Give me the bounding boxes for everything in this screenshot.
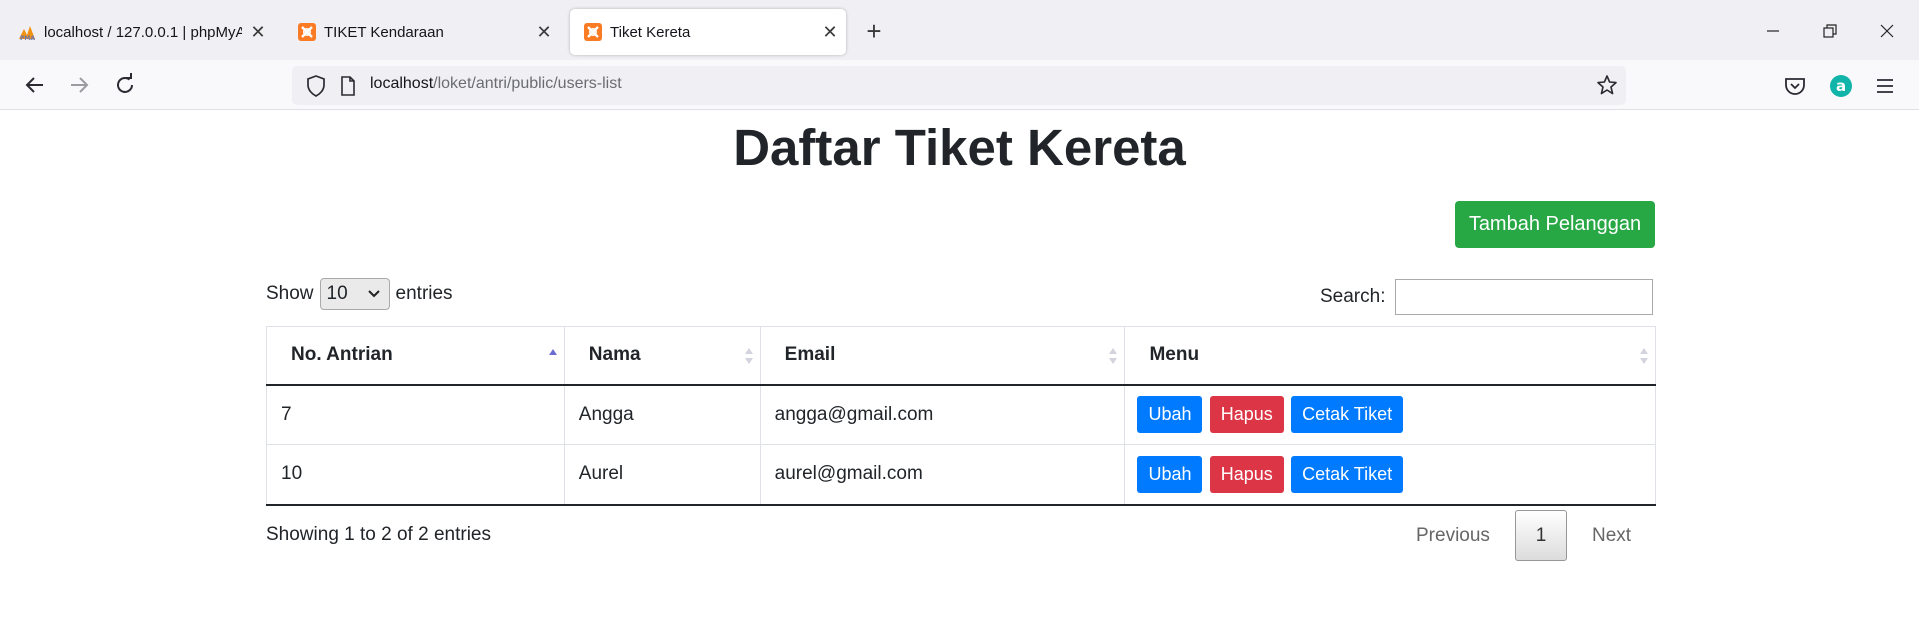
header-label: Nama — [588, 344, 641, 366]
tab-title: TIKET Kendaraan — [324, 23, 444, 41]
header-label: Email — [784, 344, 836, 366]
bookmark-star-icon[interactable] — [1596, 74, 1618, 96]
cell-no-antrian: 7 — [266, 384, 565, 445]
url-path: /loket/antri/public/users-list — [433, 75, 622, 92]
header-label: Menu — [1149, 344, 1200, 366]
cell-nama: Aurel — [563, 444, 761, 506]
new-tab-button[interactable]: + — [860, 18, 888, 46]
show-label: Show — [266, 283, 314, 304]
minimize-icon[interactable] — [1758, 18, 1788, 46]
print-ticket-button[interactable]: Cetak Tiket — [1291, 396, 1404, 434]
delete-button[interactable]: Hapus — [1209, 396, 1284, 434]
url-host: localhost — [370, 75, 434, 92]
tab-close-icon[interactable]: ✕ — [242, 23, 274, 41]
account-avatar-icon[interactable]: a — [1829, 74, 1853, 98]
close-window-icon[interactable] — [1872, 18, 1902, 46]
table-row: 7 Angga angga@gmail.com Ubah Hapus Cetak… — [266, 384, 1656, 445]
forward-arrow-icon[interactable] — [66, 72, 92, 98]
sort-icon — [1109, 348, 1118, 364]
column-header-email[interactable]: Email — [759, 326, 1126, 386]
shield-icon[interactable] — [306, 75, 326, 97]
pagination-previous[interactable]: Previous — [1416, 525, 1490, 547]
tab-close-icon[interactable]: ✕ — [814, 23, 846, 41]
cell-nama: Angga — [563, 384, 761, 445]
tab-title: Tiket Kereta — [610, 23, 691, 41]
add-customer-button[interactable]: Tambah Pelanggan — [1455, 201, 1655, 248]
phpmyadmin-icon: PMA — [19, 26, 35, 41]
sort-icon — [1640, 348, 1648, 364]
print-ticket-button[interactable]: Cetak Tiket — [1291, 455, 1404, 493]
entries-per-page-select[interactable]: 10 — [319, 278, 390, 310]
tab-title: localhost / 127.0.0.1 | phpMyAdmin — [44, 23, 242, 41]
tab-phpmyadmin[interactable]: PMA localhost / 127.0.0.1 | phpMyAdmin ✕ — [4, 9, 274, 55]
page-content: Daftar Tiket Kereta Tambah Pelanggan Sho… — [0, 110, 1919, 644]
sort-ascending-icon — [548, 349, 557, 355]
tab-tiket-kereta[interactable]: Tiket Kereta ✕ — [570, 9, 846, 55]
xampp-icon — [584, 23, 602, 41]
header-label: No. Antrian — [291, 344, 393, 366]
search-label: Search: — [1320, 286, 1386, 307]
table-row: 10 Aurel aurel@gmail.com Ubah Hapus Ceta… — [266, 444, 1656, 506]
pagination-next[interactable]: Next — [1592, 525, 1631, 547]
cell-email: angga@gmail.com — [759, 384, 1126, 445]
edit-button[interactable]: Ubah — [1137, 455, 1203, 493]
table-header-row: No. Antrian Nama Email Menu — [266, 326, 1656, 386]
delete-button[interactable]: Hapus — [1209, 455, 1284, 493]
edit-button[interactable]: Ubah — [1137, 396, 1203, 434]
cell-no-antrian: 10 — [266, 444, 565, 506]
address-bar[interactable]: localhost/loket/antri/public/users-list — [292, 66, 1626, 105]
search-control: Search: — [1320, 279, 1654, 315]
sort-icon — [744, 348, 753, 364]
table-info: Showing 1 to 2 of 2 entries — [266, 524, 491, 545]
cell-menu: Ubah Hapus Cetak Tiket — [1124, 444, 1656, 506]
page-title: Daftar Tiket Kereta — [733, 119, 1186, 176]
reload-icon[interactable] — [112, 72, 138, 98]
tab-close-icon[interactable]: ✕ — [528, 23, 560, 41]
column-header-nama[interactable]: Nama — [563, 326, 761, 386]
url-text[interactable]: localhost/loket/antri/public/users-list — [370, 75, 622, 93]
ticket-table: No. Antrian Nama Email Menu 7 Angga angg… — [266, 326, 1656, 506]
search-input[interactable] — [1395, 279, 1654, 315]
page-icon[interactable] — [340, 76, 356, 96]
menu-hamburger-icon[interactable] — [1873, 74, 1897, 98]
tab-tiket-kendaraan[interactable]: TIKET Kendaraan ✕ — [284, 9, 560, 55]
svg-text:a: a — [1836, 77, 1846, 95]
cell-menu: Ubah Hapus Cetak Tiket — [1124, 384, 1656, 445]
back-arrow-icon[interactable] — [22, 72, 48, 98]
cell-email: aurel@gmail.com — [759, 444, 1126, 506]
entries-label: entries — [395, 283, 453, 304]
xampp-icon — [298, 23, 316, 41]
chevron-down-icon — [367, 290, 380, 298]
column-header-menu[interactable]: Menu — [1124, 326, 1656, 386]
pagination-page-1[interactable]: 1 — [1515, 510, 1567, 561]
pocket-icon[interactable] — [1783, 74, 1807, 98]
entries-per-page-value: 10 — [326, 283, 348, 304]
svg-text:PMA: PMA — [20, 35, 35, 41]
restore-icon[interactable] — [1815, 18, 1845, 46]
column-header-no-antrian[interactable]: No. Antrian — [266, 326, 565, 386]
browser-tab-bar: PMA localhost / 127.0.0.1 | phpMyAdmin ✕… — [0, 0, 1919, 60]
show-entries-control: Show 10 entries — [266, 278, 453, 310]
